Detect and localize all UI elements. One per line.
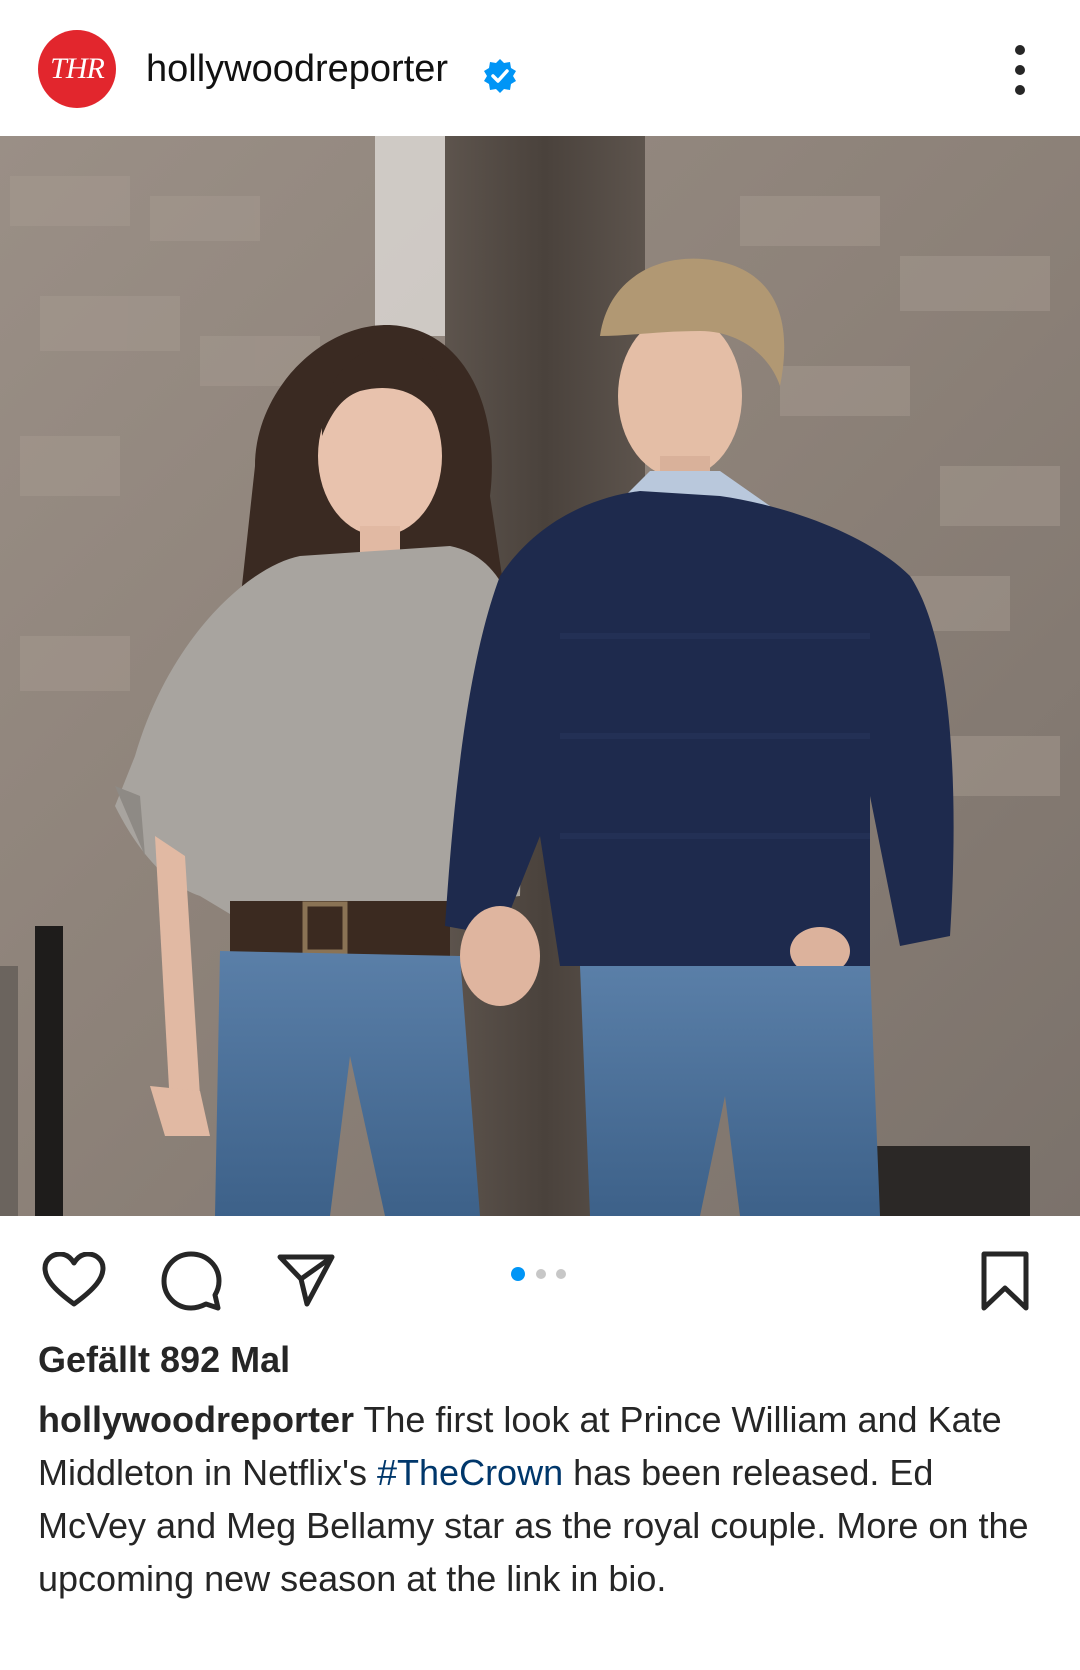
more-options-icon[interactable] — [1005, 40, 1035, 100]
post-image[interactable] — [0, 136, 1080, 1216]
heart-icon[interactable] — [42, 1252, 106, 1308]
avatar-logo-text: THR — [50, 52, 105, 85]
avatar[interactable]: THR — [38, 30, 116, 108]
verified-badge-icon — [484, 59, 516, 93]
carousel-dot-active — [511, 1267, 525, 1281]
action-bar — [0, 1216, 1080, 1326]
carousel-indicator — [511, 1267, 566, 1281]
carousel-dot — [556, 1269, 566, 1279]
caption-hashtag[interactable]: #TheCrown — [377, 1452, 563, 1493]
post-header: THR hollywoodreporter — [0, 0, 1080, 137]
likes-count[interactable]: Gefällt 892 Mal — [38, 1339, 290, 1381]
post-username[interactable]: hollywoodreporter — [146, 48, 448, 91]
carousel-dot — [536, 1269, 546, 1279]
send-icon[interactable] — [276, 1252, 336, 1308]
comment-icon[interactable] — [160, 1250, 222, 1312]
post-photo-illustration — [0, 136, 1080, 1216]
bookmark-icon[interactable] — [980, 1250, 1030, 1312]
post-caption: hollywoodreporter The first look at Prin… — [38, 1393, 1048, 1605]
caption-username[interactable]: hollywoodreporter — [38, 1399, 354, 1440]
